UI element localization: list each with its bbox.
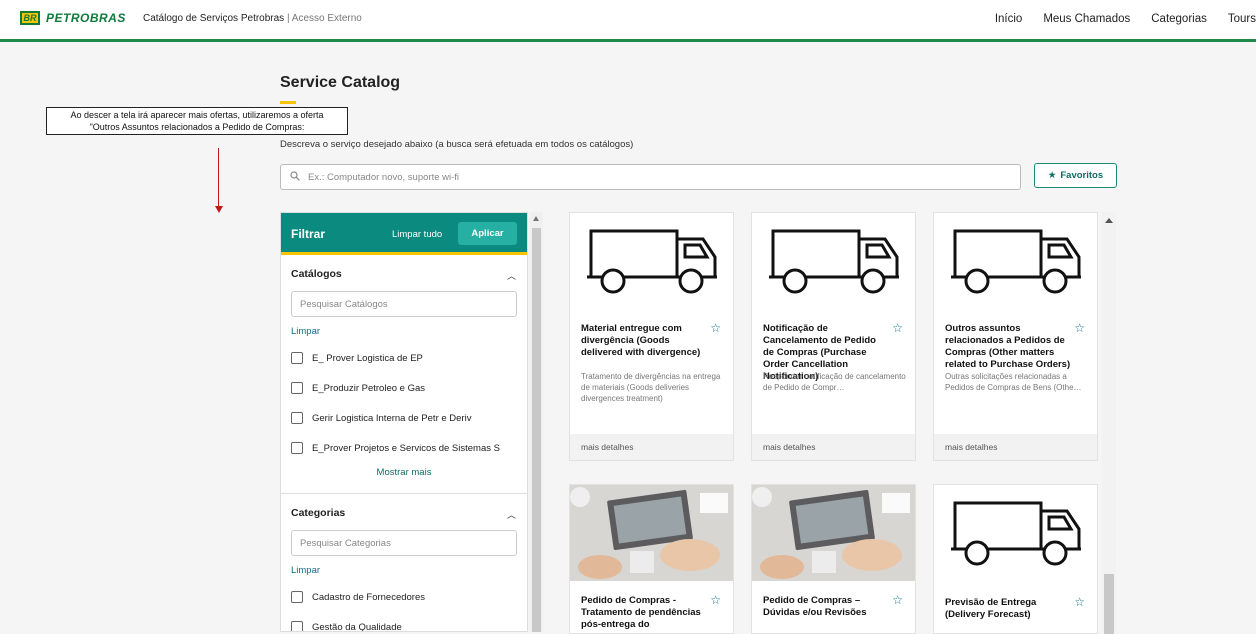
cards-scrollbar[interactable]: [1102, 212, 1116, 634]
filter-scrollbar[interactable]: [530, 212, 543, 632]
show-more-link[interactable]: Mostrar mais: [281, 467, 527, 489]
truck-icon: [570, 213, 733, 309]
favorite-star-icon[interactable]: ☆: [892, 321, 903, 335]
card-title[interactable]: Outros assuntos relacionados a Pedidos d…: [945, 323, 1071, 371]
catalog-checkbox-item[interactable]: E_Produzir Petroleo e Gas: [291, 373, 527, 403]
star-icon: ★: [1047, 170, 1057, 181]
scrollbar-thumb[interactable]: [532, 228, 541, 632]
nav-meus-chamados[interactable]: Meus Chamados: [1043, 13, 1130, 25]
service-card[interactable]: Notificação de Cancelamento de Pedido de…: [751, 212, 916, 461]
card-description: Tratamento de divergências na entrega de…: [581, 372, 721, 403]
card-title[interactable]: Material entregue com divergência (Goods…: [581, 323, 707, 359]
more-details-link[interactable]: mais detalhes: [570, 434, 733, 460]
truck-icon: [934, 485, 1097, 581]
chevron-up-icon: ︿: [506, 510, 516, 520]
truck-icon: [934, 213, 1097, 309]
catalog-checkbox-item[interactable]: E_ Prover Logistica de EP: [291, 343, 527, 373]
filter-panel: Filtrar Limpar tudo Aplicar Catálogos ︿ …: [280, 212, 528, 632]
main-nav: Início Meus Chamados Categorias Tours: [995, 13, 1256, 25]
favorite-star-icon[interactable]: ☆: [892, 593, 903, 607]
nav-categorias[interactable]: Categorias: [1151, 13, 1207, 25]
checkbox[interactable]: [291, 442, 303, 454]
scroll-up-arrow-icon[interactable]: [533, 216, 539, 221]
apply-button[interactable]: Aplicar: [458, 222, 517, 245]
catalog-search[interactable]: [280, 164, 1021, 190]
truck-icon: [752, 213, 915, 309]
app-title-main: Catálogo de Serviços Petrobras: [143, 13, 285, 24]
category-item-label: Gestão da Qualidade: [312, 621, 402, 632]
favorite-star-icon[interactable]: ☆: [1074, 321, 1085, 335]
checkbox[interactable]: [291, 352, 303, 364]
checkbox[interactable]: [291, 412, 303, 424]
more-details-link[interactable]: mais detalhes: [934, 434, 1097, 460]
catalog-checkbox-item[interactable]: Gerir Logistica Interna de Petr e Deriv: [291, 403, 527, 433]
catalog-item-label: E_ Prover Logistica de EP: [312, 352, 423, 364]
service-card[interactable]: Previsão de Entrega (Delivery Forecast) …: [933, 484, 1098, 634]
favorites-button[interactable]: ★ Favoritos: [1034, 163, 1117, 188]
logo-text: PETROBRAS: [46, 11, 126, 25]
app-title-sub: | Acesso Externo: [286, 13, 362, 24]
annotation-line-2: "Outros Assuntos relacionados a Pedido d…: [89, 122, 305, 132]
clear-all-button[interactable]: Limpar tudo: [392, 229, 442, 240]
nav-tours[interactable]: Tours: [1228, 13, 1256, 25]
category-checkbox-item[interactable]: Cadastro de Fornecedores: [291, 582, 527, 612]
page-title: Service Catalog: [280, 74, 401, 91]
card-description: Responder notificação de cancelamento de…: [763, 372, 906, 392]
favorite-star-icon[interactable]: ☆: [710, 593, 721, 607]
catalogs-search-input[interactable]: Pesquisar Catálogos: [291, 291, 517, 317]
nav-inicio[interactable]: Início: [995, 13, 1023, 25]
favorites-label: Favoritos: [1060, 170, 1104, 181]
br-logo-badge: BR: [20, 11, 40, 25]
card-description: Outras solicitações relacionadas a Pedid…: [945, 372, 1082, 392]
checkbox[interactable]: [291, 621, 303, 631]
categories-section-header[interactable]: Categorias ︿: [281, 494, 527, 530]
catalogs-clear-link[interactable]: Limpar: [291, 326, 517, 337]
favorite-star-icon[interactable]: ☆: [710, 321, 721, 335]
categories-search-input[interactable]: Pesquisar Categorias: [291, 530, 517, 556]
category-checkbox-item[interactable]: Gestão da Qualidade: [291, 612, 527, 632]
checkbox[interactable]: [291, 382, 303, 394]
desk-photo: [752, 485, 915, 581]
top-navigation-bar: BR PETROBRAS Catálogo de Serviços Petrob…: [0, 0, 1256, 42]
filter-header: Filtrar Limpar tudo Aplicar: [281, 213, 527, 255]
card-title[interactable]: Pedido de Compras – Dúvidas e/ou Revisõe…: [763, 595, 889, 619]
catalog-item-label: E_Prover Projetos e Servicos de Sistemas…: [312, 442, 500, 454]
chevron-up-icon: ︿: [506, 271, 516, 281]
annotation-arrow-head: [215, 206, 223, 213]
checkbox[interactable]: [291, 591, 303, 603]
search-icon: [290, 168, 300, 186]
search-description: Descreva o serviço desejado abaixo (a bu…: [280, 139, 634, 150]
service-card[interactable]: Pedido de Compras - Tratamento de pendên…: [569, 484, 734, 634]
app-title: Catálogo de Serviços Petrobras | Acesso …: [143, 13, 362, 24]
favorite-star-icon[interactable]: ☆: [1074, 595, 1085, 609]
title-underline: [280, 101, 296, 104]
scrollbar-thumb[interactable]: [1104, 574, 1114, 634]
service-card[interactable]: Pedido de Compras – Dúvidas e/ou Revisõe…: [751, 484, 916, 634]
categories-title: Categorias: [291, 507, 346, 519]
scroll-up-arrow-icon[interactable]: [1105, 218, 1113, 223]
petrobras-logo[interactable]: BR PETROBRAS: [20, 11, 126, 25]
annotation-arrow: [218, 148, 219, 210]
card-title[interactable]: Previsão de Entrega (Delivery Forecast): [945, 597, 1071, 621]
search-input[interactable]: [308, 171, 988, 183]
annotation-line-1: Ao descer a tela irá aparecer mais ofert…: [70, 110, 324, 120]
more-details-link[interactable]: mais detalhes: [752, 434, 915, 460]
catalogs-title: Catálogos: [291, 268, 342, 280]
catalog-item-label: Gerir Logistica Interna de Petr e Deriv: [312, 412, 472, 424]
category-item-label: Cadastro de Fornecedores: [312, 591, 426, 603]
catalog-checkbox-item[interactable]: E_Prover Projetos e Servicos de Sistemas…: [291, 433, 527, 463]
service-card[interactable]: Outros assuntos relacionados a Pedidos d…: [933, 212, 1098, 461]
desk-photo: [570, 485, 733, 581]
card-title[interactable]: Pedido de Compras - Tratamento de pendên…: [581, 595, 707, 631]
catalog-item-label: E_Produzir Petroleo e Gas: [312, 382, 426, 394]
annotation-note: Ao descer a tela irá aparecer mais ofert…: [46, 107, 348, 135]
catalogs-section-header[interactable]: Catálogos ︿: [281, 255, 527, 291]
service-card[interactable]: Material entregue com divergência (Goods…: [569, 212, 734, 461]
filter-title: Filtrar: [291, 227, 326, 241]
categories-clear-link[interactable]: Limpar: [291, 565, 517, 576]
